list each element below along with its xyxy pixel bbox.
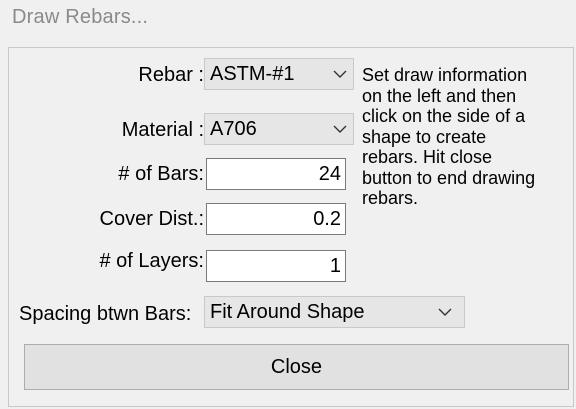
material-select-value: A706 [210, 118, 257, 140]
instructions-line: button to end drawing [362, 167, 536, 188]
spacing-select-value: Fit Around Shape [210, 301, 365, 323]
material-select[interactable]: A706 [204, 113, 354, 145]
rebar-select-value: ASTM-#1 [210, 63, 295, 85]
instructions-line: on the left and then [362, 85, 517, 106]
instructions-line: rebars. Hit close [362, 147, 493, 167]
rebar-select[interactable]: ASTM-#1 [204, 58, 354, 90]
window-title: Draw Rebars... [12, 6, 149, 28]
spacing-select[interactable]: Fit Around Shape [204, 296, 465, 328]
num-bars-label: # of Bars: [118, 163, 204, 185]
instructions-line: Set draw information [362, 65, 528, 85]
instructions-line: rebars. [362, 188, 419, 208]
num-bars-input[interactable]: 24 [206, 158, 346, 190]
instructions-line: click on the side of a [362, 106, 526, 126]
cover-dist-label: Cover Dist.: [99, 208, 204, 230]
num-layers-label: # of Layers: [99, 250, 204, 272]
cover-dist-input[interactable]: 0.2 [206, 203, 346, 235]
chevron-down-icon[interactable] [432, 297, 464, 327]
close-button[interactable]: Close [24, 344, 569, 390]
chevron-down-icon[interactable] [327, 59, 353, 89]
rebar-label: Rebar : [138, 64, 204, 86]
instructions-text: Set draw information on the left and the… [362, 65, 572, 209]
spacing-label: Spacing btwn Bars: [19, 303, 192, 325]
num-layers-input[interactable]: 1 [206, 250, 346, 282]
material-label: Material : [121, 119, 204, 141]
chevron-down-icon[interactable] [327, 114, 353, 144]
instructions-line: shape to create [362, 126, 487, 147]
